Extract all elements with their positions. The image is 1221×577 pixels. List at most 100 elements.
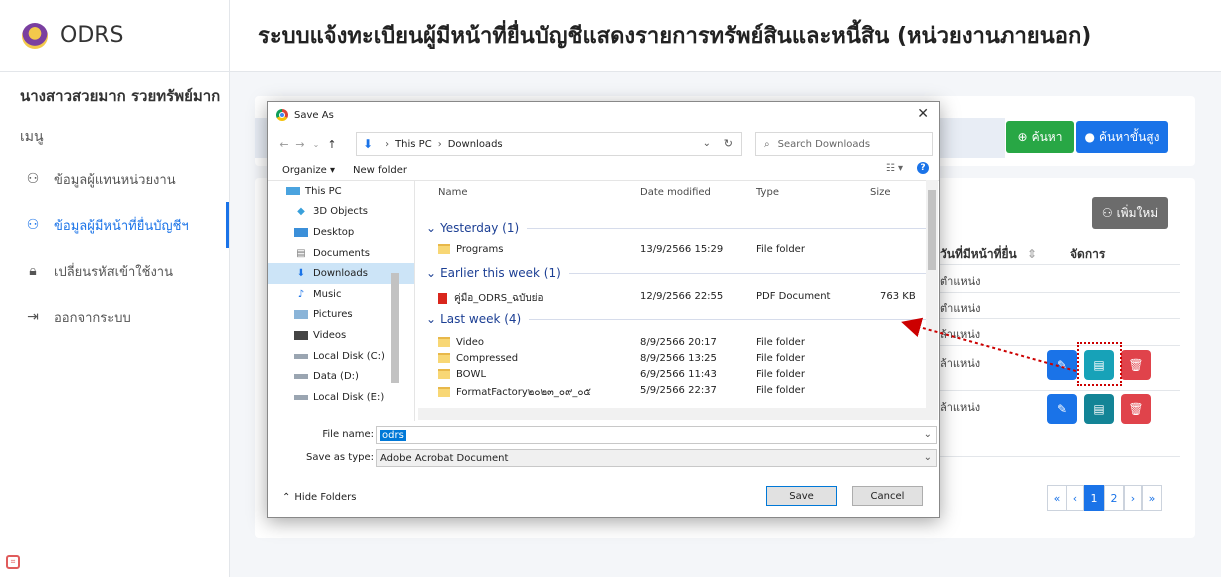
pagination-page-1[interactable]: 1: [1084, 485, 1104, 511]
table-cell-position: ตำแหน่ง: [940, 275, 981, 288]
search-button[interactable]: ⊕ ค้นหา: [1006, 121, 1074, 153]
help-icon[interactable]: ?: [917, 162, 929, 174]
delete-button[interactable]: 🗑︎: [1121, 394, 1151, 424]
users-icon: ⚇: [26, 217, 40, 233]
delete-button[interactable]: 🗑︎: [1121, 350, 1151, 380]
brand[interactable]: ODRS: [0, 0, 229, 72]
refresh-icon[interactable]: ↻: [724, 137, 733, 150]
organize-button[interactable]: Organize ▾: [282, 165, 335, 176]
save-type-select[interactable]: Adobe Acrobat Document ⌄: [376, 449, 937, 467]
group-header[interactable]: ⌄ Yesterday (1): [426, 221, 926, 235]
table-cell-position: ล้าแหน่ง: [940, 357, 981, 370]
back-arrow-icon[interactable]: ←: [276, 138, 292, 151]
save-type-row: Save as type: Adobe Acrobat Document ⌄: [268, 449, 939, 467]
view-options-icon[interactable]: ☷ ▾: [886, 163, 903, 174]
save-type-label: Save as type:: [306, 452, 374, 463]
dialog-toolbar: Organize ▾ New folder ☷ ▾ ?: [268, 160, 939, 180]
row-divider: [940, 345, 1180, 346]
pagination-prev[interactable]: ‹: [1066, 485, 1084, 511]
file-list-scrollbar[interactable]: [926, 180, 938, 408]
trash-icon: 🗑︎: [1128, 402, 1144, 416]
column-header-type[interactable]: Type: [756, 187, 779, 198]
list-item[interactable]: FormatFactory๒๐๒๓_๐๙_๐๕ 5/9/2566 22:37 F…: [418, 383, 928, 399]
chevron-down-icon: ⌄: [426, 221, 437, 235]
chevron-down-icon[interactable]: ⌄: [703, 138, 711, 149]
column-header-date[interactable]: วันที่มีหน้าที่ยื่น ⇕: [940, 245, 1037, 264]
edit-button[interactable]: ✎: [1047, 350, 1077, 380]
pencil-icon: ✎: [1056, 358, 1068, 372]
annotation-highlight-box: [1077, 342, 1122, 386]
chevron-down-icon[interactable]: ⌄: [924, 429, 932, 440]
search-icon: ●: [1084, 130, 1095, 144]
breadcrumb-this-pc[interactable]: This PC: [395, 139, 432, 150]
save-type-value: Adobe Acrobat Document: [380, 452, 509, 464]
folder-icon: [438, 244, 450, 254]
list-item[interactable]: คู่มือ_ODRS_ฉบับย่อ 12/9/2566 22:55 PDF …: [418, 289, 928, 305]
forward-arrow-icon[interactable]: →: [292, 138, 308, 151]
video-icon: [294, 330, 308, 340]
folder-icon: [438, 353, 450, 363]
edit-button[interactable]: ✎: [1047, 394, 1077, 424]
cancel-button[interactable]: Cancel: [852, 486, 923, 506]
file-list-horizontal-scrollbar[interactable]: [418, 408, 938, 420]
group-header[interactable]: ⌄ Earlier this week (1): [426, 266, 926, 280]
address-bar[interactable]: ⬇ › This PC › Downloads ⌄ ↻: [356, 132, 742, 156]
sidebar-item-representative[interactable]: ⚇ ข้อมูลผู้แทนหน่วยงาน: [0, 156, 229, 202]
file-list-scrollbar-thumb[interactable]: [928, 190, 936, 270]
list-item[interactable]: BOWL 6/9/2566 11:43 File folder: [418, 367, 928, 383]
search-input[interactable]: ⌕ Search Downloads: [755, 132, 933, 156]
download-icon: ⬇: [296, 268, 306, 280]
desktop-icon: [294, 227, 308, 237]
folder-icon: [438, 387, 450, 397]
search-placeholder: Search Downloads: [777, 138, 871, 150]
list-item[interactable]: Compressed 8/9/2566 13:25 File folder: [418, 351, 928, 367]
dialog-titlebar[interactable]: Save As ✕: [268, 102, 939, 128]
user-add-icon: ⚇: [1101, 206, 1113, 220]
row-divider: [940, 456, 1180, 457]
sidebar-item-filers[interactable]: ⚇ ข้อมูลผู้มีหน้าที่ยื่นบัญชีฯ: [0, 202, 229, 248]
file-name-input[interactable]: odrs ⌄: [376, 426, 937, 444]
page-title: ระบบแจ้งทะเบียนผู้มีหน้าที่ยื่นบัญชีแสดง…: [258, 24, 1092, 49]
close-icon[interactable]: ✕: [917, 106, 929, 122]
row-divider: [940, 292, 1180, 293]
table-cell-position: ล้าแหน่ง: [940, 328, 981, 341]
search-icon: ⌕: [764, 138, 770, 150]
export-pdf-button[interactable]: ▤: [1084, 394, 1114, 424]
recent-chevron-icon[interactable]: ⌄: [308, 140, 324, 149]
music-icon: ♪: [297, 288, 305, 300]
pagination-first[interactable]: «: [1047, 485, 1067, 511]
group-header[interactable]: ⌄ Last week (4): [426, 312, 926, 326]
sidebar-item-change-password[interactable]: 🔒︎ เปลี่ยนรหัสเข้าใช้งาน: [0, 248, 229, 294]
column-header-size[interactable]: Size: [870, 187, 891, 198]
sidebar-item-label: ข้อมูลผู้แทนหน่วยงาน: [54, 172, 176, 188]
row-divider: [940, 390, 1180, 391]
tree-scrollbar[interactable]: [387, 183, 401, 403]
dialog-footer: ⌃ Hide Folders Save Cancel: [268, 472, 939, 512]
disk-icon: [294, 374, 308, 380]
advanced-search-button[interactable]: ● ค้นหาขั้นสูง: [1076, 121, 1168, 153]
add-new-button[interactable]: ⚇ เพิ่มใหม่: [1092, 197, 1168, 229]
sidebar-item-logout[interactable]: ⇥ ออกจากระบบ: [0, 294, 229, 340]
disk-icon: [294, 394, 308, 400]
new-folder-button[interactable]: New folder: [353, 165, 407, 176]
emblem-logo-icon: [22, 22, 48, 49]
chevron-down-icon[interactable]: ⌄: [924, 452, 932, 463]
up-arrow-icon[interactable]: ↑: [324, 138, 340, 151]
list-item[interactable]: Video 8/9/2566 20:17 File folder: [418, 335, 928, 351]
list-item[interactable]: Programs 13/9/2566 15:29 File folder: [418, 242, 928, 258]
brand-name: ODRS: [60, 23, 124, 48]
save-button[interactable]: Save: [766, 486, 837, 506]
pagination-page-2[interactable]: 2: [1104, 485, 1124, 511]
breadcrumb-downloads[interactable]: Downloads: [448, 139, 503, 150]
sidebar-item-label: ข้อมูลผู้มีหน้าที่ยื่นบัญชีฯ: [54, 218, 189, 234]
users-icon: ⚇: [26, 171, 40, 187]
column-header-name[interactable]: Name: [438, 187, 468, 198]
tree-scrollbar-thumb[interactable]: [391, 273, 399, 383]
menu-title: เมนู: [20, 129, 44, 145]
pagination-next[interactable]: ›: [1124, 485, 1142, 511]
column-header-date-modified[interactable]: Date modified: [640, 187, 711, 198]
folder-icon: [438, 369, 450, 379]
hide-folders-button[interactable]: ⌃ Hide Folders: [282, 492, 356, 503]
pagination-last[interactable]: »: [1142, 485, 1162, 511]
row-divider: [940, 264, 1180, 265]
